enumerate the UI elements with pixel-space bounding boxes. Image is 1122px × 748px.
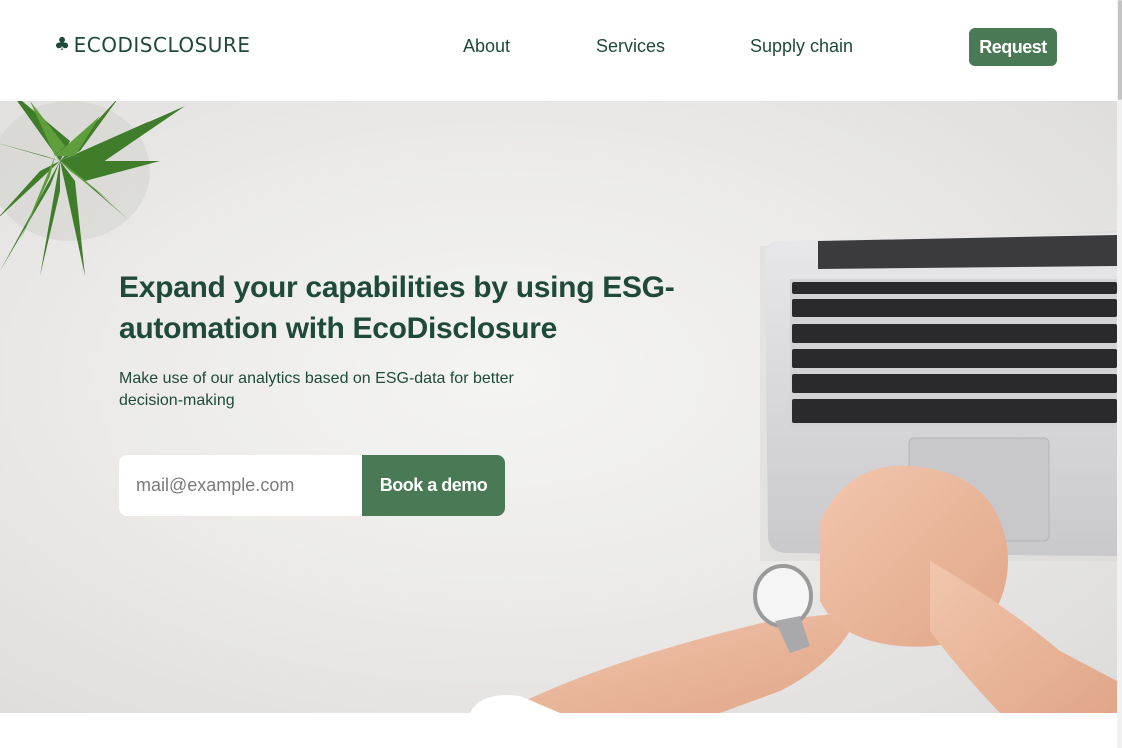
scrollbar-thumb[interactable] [1118,0,1122,100]
email-input[interactable] [119,455,362,516]
nav-about-link[interactable]: About [463,36,510,57]
brand-name: ECODISCLOSURE [73,33,251,57]
plant-graphic [0,101,185,276]
hero-subtitle: Make use of our analytics based on ESG-d… [119,370,514,409]
hero-section: Expand your capabilities by using ESG-au… [0,101,1117,713]
hero-title: Expand your capabilities by using ESG-au… [119,271,675,345]
nav-services-link[interactable]: Services [596,36,665,57]
scrollbar[interactable] [1117,0,1122,748]
request-button[interactable]: Request [969,28,1057,66]
nav-supply-chain-link[interactable]: Supply chain [750,36,853,57]
clover-icon: ♣ [54,34,71,55]
site-header: ♣ ECODISCLOSURE About Services Supply ch… [0,0,1117,101]
book-demo-button[interactable]: Book a demo [362,455,505,516]
logo[interactable]: ♣ ECODISCLOSURE [54,33,250,57]
